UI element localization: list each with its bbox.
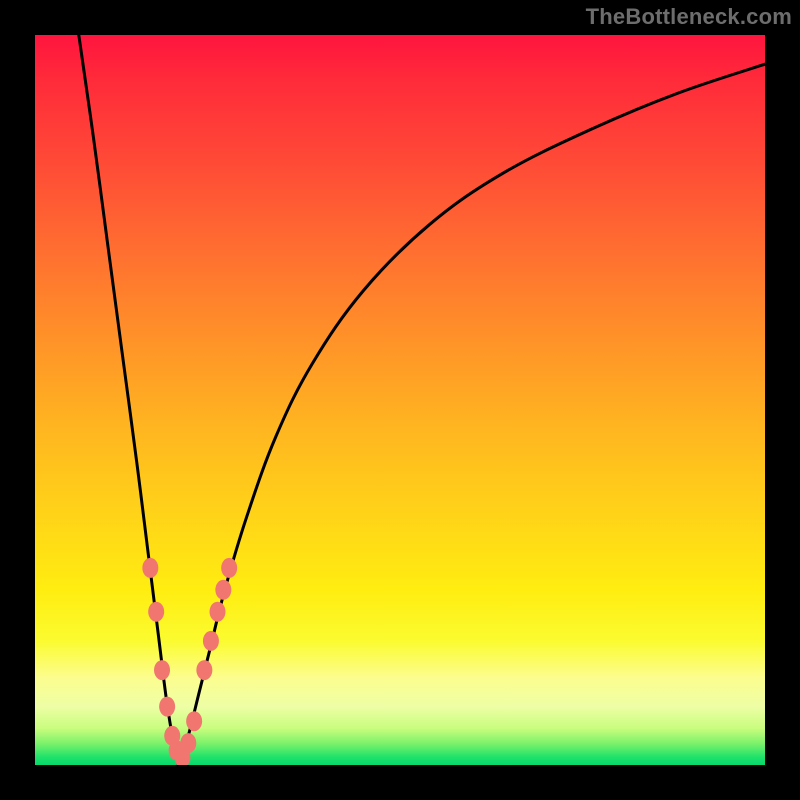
highlight-marker <box>221 558 237 578</box>
marker-group <box>142 558 237 765</box>
highlight-marker <box>210 602 226 622</box>
highlight-marker <box>196 660 212 680</box>
highlight-marker <box>186 711 202 731</box>
highlight-marker <box>203 631 219 651</box>
curve-layer <box>35 35 765 765</box>
highlight-marker <box>148 602 164 622</box>
highlight-marker <box>159 697 175 717</box>
highlight-marker <box>154 660 170 680</box>
highlight-marker <box>142 558 158 578</box>
bottleneck-curve-path <box>79 35 765 765</box>
plot-area <box>35 35 765 765</box>
watermark-text: TheBottleneck.com <box>586 4 792 30</box>
bottleneck-curve <box>79 35 765 765</box>
chart-frame: TheBottleneck.com <box>0 0 800 800</box>
highlight-marker <box>180 733 196 753</box>
highlight-marker <box>215 580 231 600</box>
